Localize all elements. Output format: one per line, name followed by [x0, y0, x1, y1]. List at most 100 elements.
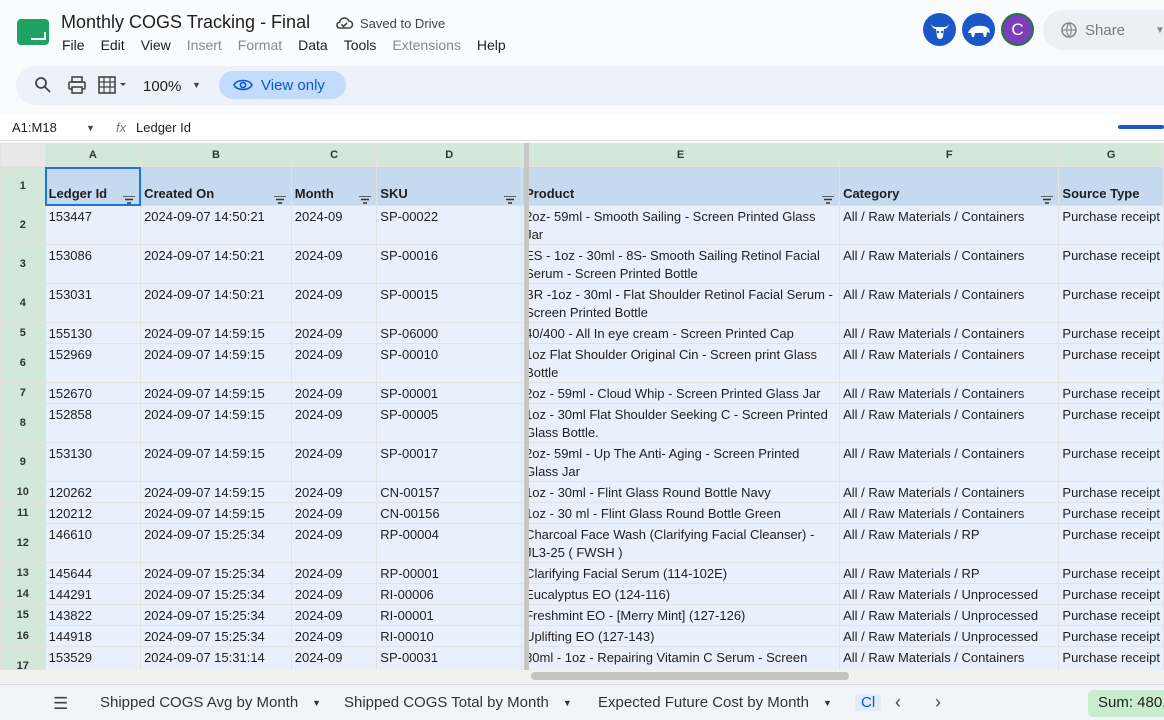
table-cell[interactable]: 2024-09-07 15:25:34	[140, 625, 292, 647]
table-cell[interactable]: 152670	[44, 382, 142, 404]
table-cell[interactable]: 2024-09	[290, 322, 378, 344]
table-cell[interactable]: Purchase receipt	[1058, 244, 1164, 284]
filter-icon[interactable]	[123, 191, 136, 204]
select-all-corner[interactable]	[0, 143, 46, 167]
name-box[interactable]: A1:M18	[12, 120, 57, 135]
column-header-f[interactable]: F	[839, 143, 1060, 167]
table-cell[interactable]: 2024-09-07 14:59:15	[140, 481, 292, 503]
table-cell[interactable]: All / Raw Materials / Containers	[839, 646, 1060, 670]
table-cell[interactable]: 2024-09	[290, 442, 378, 482]
header-cell[interactable]: Category	[839, 166, 1060, 206]
table-cell[interactable]: RI-00010	[376, 625, 523, 647]
table-cell[interactable]: 2024-09	[290, 562, 378, 584]
share-button[interactable]: Share ▼	[1043, 10, 1164, 50]
all-sheets-menu-icon[interactable]: ☰	[53, 694, 68, 714]
table-cell[interactable]: 120262	[44, 481, 142, 503]
scroll-tabs-right-icon[interactable]: ›	[935, 692, 941, 713]
column-header-a[interactable]: A	[44, 143, 142, 167]
table-cell[interactable]: All / Raw Materials / Containers	[839, 481, 1060, 503]
sheet-tab-chevron-down-icon[interactable]: ▼	[563, 698, 572, 708]
table-cell[interactable]: 2024-09	[290, 403, 378, 443]
table-cell[interactable]: All / Raw Materials / Containers	[839, 205, 1060, 245]
table-cell[interactable]: 2024-09-07 14:59:15	[140, 343, 292, 383]
table-cell[interactable]: Purchase receipt	[1058, 604, 1164, 626]
column-header-e[interactable]: E	[521, 143, 841, 167]
table-cell[interactable]: Purchase receipt	[1058, 205, 1164, 245]
table-cell[interactable]: 2024-09	[290, 244, 378, 284]
menu-item-format[interactable]: Format	[238, 37, 282, 53]
row-number[interactable]: 8	[0, 403, 46, 443]
menu-item-data[interactable]: Data	[298, 37, 328, 53]
table-cell[interactable]: Purchase receipt	[1058, 562, 1164, 584]
table-cell[interactable]: All / Raw Materials / Containers	[839, 442, 1060, 482]
table-cell[interactable]: 2024-09-07 15:25:34	[140, 583, 292, 605]
table-cell[interactable]: SP-00015	[376, 283, 523, 323]
sheet-tab-chevron-down-icon[interactable]: ▼	[312, 698, 321, 708]
header-cell[interactable]: Source Type	[1058, 166, 1164, 206]
table-cell[interactable]: 2024-09-07 14:59:15	[140, 442, 292, 482]
sheet-tab-chevron-down-icon[interactable]: ▼	[823, 698, 832, 708]
row-number[interactable]: 10	[0, 481, 46, 503]
table-cell[interactable]: Purchase receipt	[1058, 442, 1164, 482]
table-cell[interactable]: All / Raw Materials / Containers	[839, 343, 1060, 383]
table-cell[interactable]: Clarifying Facial Serum (114-102E)	[521, 562, 841, 584]
filter-icon[interactable]	[359, 191, 372, 204]
row-number[interactable]: 11	[0, 502, 46, 524]
table-cell[interactable]: All / Raw Materials / Containers	[839, 244, 1060, 284]
table-cell[interactable]: Uplifting EO (127-143)	[521, 625, 841, 647]
table-format-icon[interactable]	[98, 76, 128, 94]
table-cell[interactable]: 2024-09-07 14:59:15	[140, 403, 292, 443]
search-icon[interactable]	[34, 76, 52, 94]
table-cell[interactable]: 2024-09	[290, 283, 378, 323]
table-cell[interactable]: Purchase receipt	[1058, 382, 1164, 404]
table-cell[interactable]: Purchase receipt	[1058, 625, 1164, 647]
zoom-chevron-down-icon[interactable]: ▼	[192, 80, 201, 90]
table-cell[interactable]: 146610	[44, 523, 142, 563]
scroll-tabs-left-icon[interactable]: ‹	[895, 692, 901, 713]
table-cell[interactable]: 2024-09	[290, 646, 378, 670]
table-cell[interactable]: 144291	[44, 583, 142, 605]
sheet-tab[interactable]: Expected Future Cost by Month ▼	[598, 694, 832, 711]
sheet-tab[interactable]: Cl	[855, 694, 882, 711]
table-cell[interactable]: 1oz - 30ml - Flint Glass Round Bottle Na…	[521, 481, 841, 503]
row-number[interactable]: 16	[0, 625, 46, 647]
menu-item-extensions[interactable]: Extensions	[392, 37, 460, 53]
table-cell[interactable]: All / Raw Materials / Containers	[839, 502, 1060, 524]
table-cell[interactable]: 30ml - 1oz - Repairing Vitamin C Serum -…	[521, 646, 841, 670]
table-cell[interactable]: SP-00005	[376, 403, 523, 443]
document-title[interactable]: Monthly COGS Tracking - Final	[61, 12, 310, 33]
table-cell[interactable]: All / Raw Materials / RP	[839, 562, 1060, 584]
view-only-button[interactable]: View only	[219, 71, 346, 99]
avatar[interactable]: C	[1001, 13, 1034, 46]
table-cell[interactable]: 1oz - 30ml Flat Shoulder Seeking C - Scr…	[521, 403, 841, 443]
table-cell[interactable]: CN-00157	[376, 481, 523, 503]
table-cell[interactable]: SP-06000	[376, 322, 523, 344]
table-cell[interactable]: RP-00001	[376, 562, 523, 584]
table-cell[interactable]: Purchase receipt	[1058, 403, 1164, 443]
spreadsheet-grid[interactable]: ABCDEFG 1 Ledger Id Created On Month SKU Prod…	[0, 143, 1164, 670]
table-cell[interactable]: RI-00006	[376, 583, 523, 605]
table-cell[interactable]: All / Raw Materials / Containers	[839, 283, 1060, 323]
table-cell[interactable]: 143822	[44, 604, 142, 626]
row-number[interactable]: 12	[0, 523, 46, 563]
table-cell[interactable]: 2024-09	[290, 604, 378, 626]
filter-icon[interactable]	[1041, 191, 1054, 204]
table-cell[interactable]: 2024-09-07 14:50:21	[140, 205, 292, 245]
menu-item-file[interactable]: File	[62, 37, 85, 53]
table-cell[interactable]: All / Raw Materials / Unprocessed	[839, 625, 1060, 647]
table-cell[interactable]: 2024-09-07 14:59:15	[140, 322, 292, 344]
avatar[interactable]	[923, 13, 956, 46]
horizontal-scrollbar[interactable]	[531, 672, 849, 680]
table-cell[interactable]: 155130	[44, 322, 142, 344]
table-cell[interactable]: Freshmint EO - [Merry Mint] (127-126)	[521, 604, 841, 626]
table-cell[interactable]: Purchase receipt	[1058, 502, 1164, 524]
row-number[interactable]: 14	[0, 583, 46, 605]
table-cell[interactable]: 153086	[44, 244, 142, 284]
table-cell[interactable]: 2024-09-07 14:50:21	[140, 244, 292, 284]
sheets-logo-icon[interactable]	[16, 18, 50, 46]
menu-item-help[interactable]: Help	[477, 37, 506, 53]
menu-item-edit[interactable]: Edit	[101, 37, 125, 53]
table-cell[interactable]: 2oz- 59ml - Up The Anti- Aging - Screen …	[521, 442, 841, 482]
table-cell[interactable]: 152858	[44, 403, 142, 443]
table-cell[interactable]: ES - 1oz - 30ml - 8S- Smooth Sailing Ret…	[521, 244, 841, 284]
